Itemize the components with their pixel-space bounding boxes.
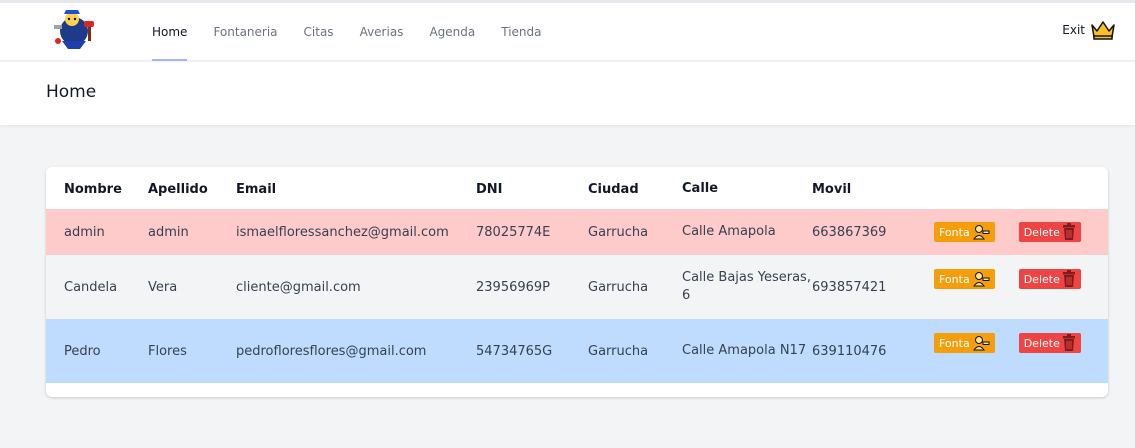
- top-navbar: Home Fontaneria Citas Averias Agenda Tie…: [0, 3, 1135, 61]
- fonta-label: Fonta: [939, 272, 970, 286]
- fonta-label: Fonta: [939, 336, 970, 350]
- delete-button[interactable]: Delete: [1018, 269, 1081, 289]
- table-row: Pedro Flores pedrofloresflores@gmail.com…: [46, 319, 1108, 383]
- cell-email: ismaelfloressanchez@gmail.com: [236, 224, 449, 240]
- column-header-nombre: Nombre: [64, 181, 122, 197]
- plumber-logo[interactable]: [48, 7, 100, 51]
- nav-item-tienda[interactable]: Tienda: [501, 3, 541, 61]
- exit-label: Exit: [1062, 23, 1085, 37]
- cell-nombre: Candela: [64, 279, 118, 295]
- cell-movil: 639110476: [812, 343, 887, 359]
- fonta-button[interactable]: Fonta: [934, 269, 995, 289]
- cell-ciudad: Garrucha: [588, 279, 649, 295]
- nav-links: Home Fontaneria Citas Averias Agenda Tie…: [152, 3, 568, 61]
- nav-item-agenda[interactable]: Agenda: [429, 3, 475, 61]
- users-table: Nombre Apellido Email DNI Ciudad Calle M…: [46, 167, 1108, 383]
- nav-item-averias[interactable]: Averias: [360, 3, 404, 61]
- cell-movil: 693857421: [812, 279, 887, 295]
- cell-apellido: Vera: [148, 279, 178, 295]
- column-header-email: Email: [236, 181, 277, 197]
- fonta-button[interactable]: Fonta: [934, 222, 995, 242]
- delete-label: Delete: [1023, 272, 1060, 286]
- trash-icon: [1062, 334, 1075, 351]
- cell-movil: 663867369: [812, 224, 887, 240]
- crown-icon: [1091, 21, 1115, 40]
- cell-actions: Fonta Delete: [934, 255, 1108, 319]
- plumber-icon: [972, 272, 990, 287]
- table-row: Candela Vera cliente@gmail.com 23956969P…: [46, 255, 1108, 319]
- delete-button[interactable]: Delete: [1018, 222, 1081, 242]
- fonta-button[interactable]: Fonta: [934, 333, 995, 353]
- column-header-actions: [934, 167, 1108, 209]
- exit-button[interactable]: Exit: [1062, 19, 1117, 41]
- trash-icon: [1062, 270, 1075, 287]
- cell-email: pedrofloresflores@gmail.com: [236, 343, 427, 359]
- cell-ciudad: Garrucha: [588, 224, 649, 240]
- cell-ciudad: Garrucha: [588, 343, 649, 359]
- page-title: Home: [46, 82, 97, 102]
- table-row: admin admin ismaelfloressanchez@gmail.co…: [46, 209, 1108, 255]
- cell-apellido: Flores: [148, 343, 187, 359]
- cell-calle: Calle Amapola N17: [682, 343, 807, 358]
- column-header-movil: Movil: [812, 181, 852, 197]
- column-header-calle: Calle: [682, 181, 719, 196]
- delete-button[interactable]: Delete: [1018, 333, 1081, 353]
- fonta-label: Fonta: [939, 225, 970, 239]
- nav-item-citas[interactable]: Citas: [304, 3, 334, 61]
- page-header: Home: [0, 62, 1135, 125]
- cell-actions: Fonta Delete: [934, 319, 1108, 383]
- plumber-icon: [972, 336, 990, 351]
- cell-dni: 78025774E: [476, 224, 551, 240]
- cell-calle: Calle Amapola: [682, 224, 776, 239]
- nav-item-fontaneria[interactable]: Fontaneria: [213, 3, 277, 61]
- cell-dni: 23956969P: [476, 279, 551, 295]
- delete-label: Delete: [1023, 225, 1060, 239]
- trash-icon: [1062, 223, 1075, 240]
- table-header-row: Nombre Apellido Email DNI Ciudad Calle M…: [46, 167, 1108, 209]
- plumber-icon: [972, 225, 990, 240]
- cell-dni: 54734765G: [476, 343, 553, 359]
- delete-label: Delete: [1023, 336, 1060, 350]
- nav-item-home[interactable]: Home: [152, 3, 188, 61]
- cell-email: cliente@gmail.com: [236, 279, 361, 295]
- cell-calle: Calle Bajas Yeseras, 6: [682, 270, 811, 303]
- cell-actions: Fonta Delete: [934, 209, 1108, 255]
- cell-apellido: admin: [148, 224, 189, 240]
- column-header-apellido: Apellido: [148, 181, 208, 197]
- column-header-ciudad: Ciudad: [588, 181, 639, 197]
- column-header-dni: DNI: [476, 181, 503, 197]
- users-table-card: Nombre Apellido Email DNI Ciudad Calle M…: [46, 167, 1108, 397]
- cell-nombre: Pedro: [64, 343, 101, 359]
- cell-nombre: admin: [64, 224, 105, 240]
